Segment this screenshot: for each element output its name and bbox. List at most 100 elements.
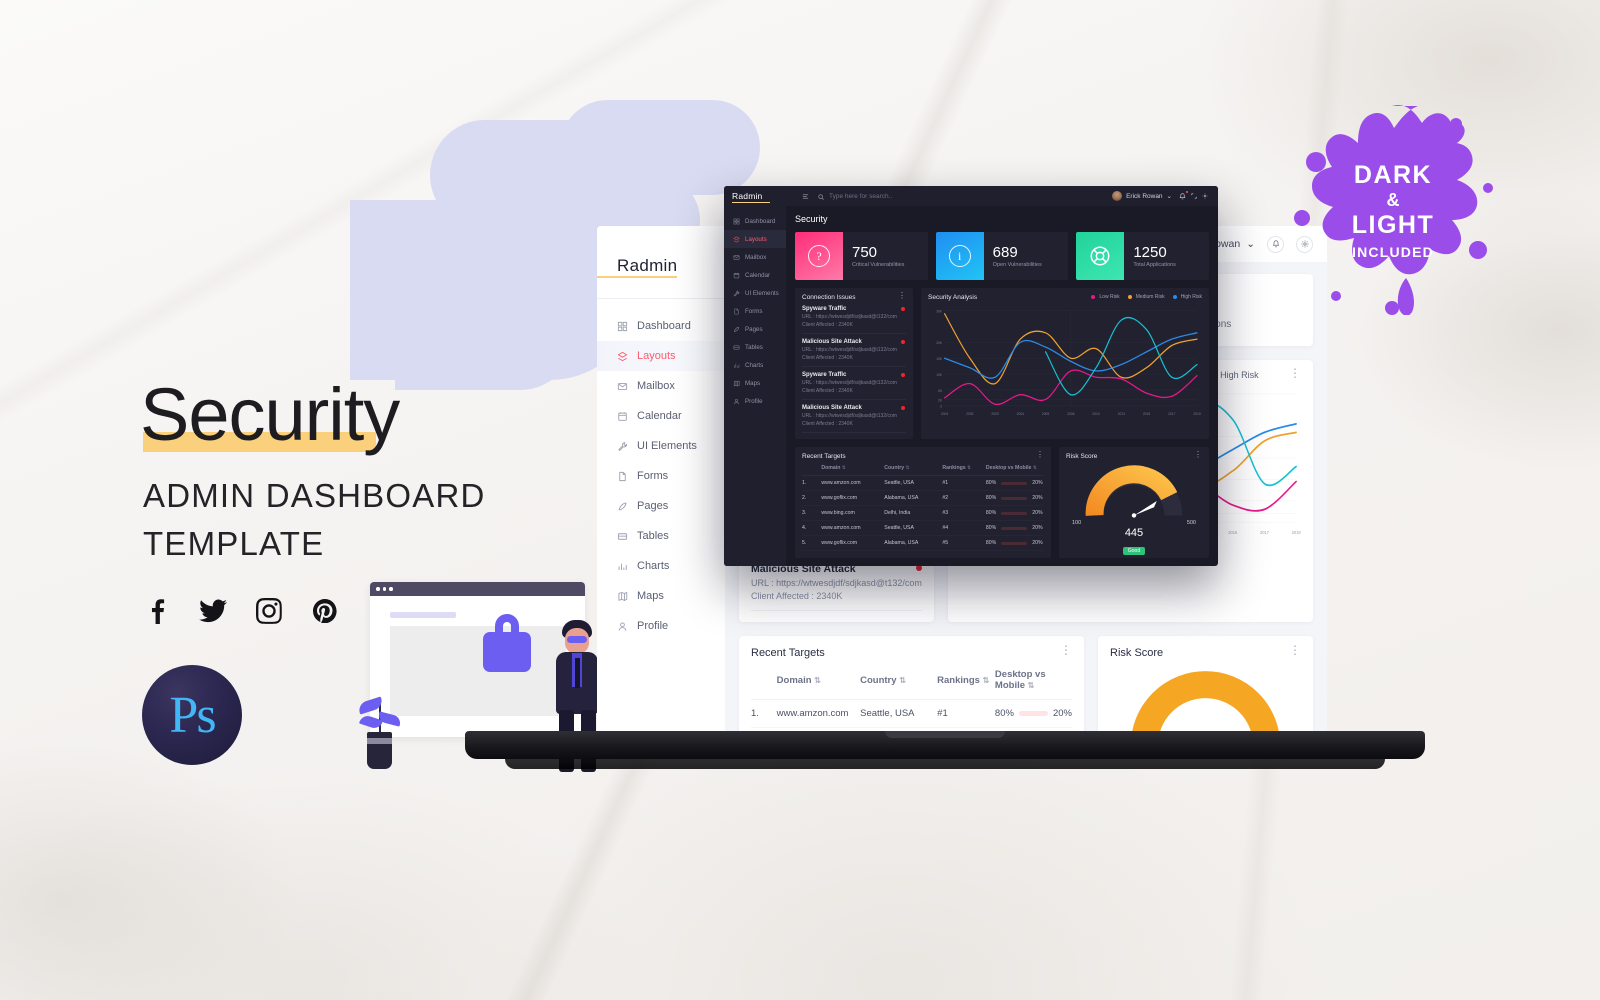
svg-text:5K: 5K bbox=[938, 389, 943, 393]
row-index: 4. bbox=[802, 520, 822, 536]
user-menu[interactable]: Erick Rowan ⌄ bbox=[1112, 191, 1172, 201]
gear-icon[interactable] bbox=[1199, 191, 1210, 202]
legend-item: High Risk bbox=[1172, 294, 1202, 300]
panel-header: Risk Score ⋮ bbox=[1066, 451, 1202, 460]
row-domain: www.amzon.com bbox=[821, 520, 885, 536]
sidebar-item-mailbox[interactable]: Mailbox bbox=[597, 371, 725, 401]
svg-text:20K: 20K bbox=[936, 341, 942, 345]
svg-text:2017: 2017 bbox=[1168, 412, 1175, 416]
sidebar-item-charts[interactable]: Charts bbox=[597, 551, 725, 581]
sidebar-item-tables[interactable]: Tables bbox=[724, 338, 786, 356]
table-column-header[interactable]: Domain ⇅ bbox=[776, 659, 861, 700]
brand-logo[interactable]: Radmin bbox=[597, 242, 678, 278]
window-dot bbox=[389, 587, 393, 591]
dark-dashboard-body: Dashboard Layouts Mailbox Calendar UI Elemen… bbox=[724, 206, 1218, 566]
row-domain: www.amzon.com bbox=[821, 475, 885, 491]
column-label: Desktop vs Mobile bbox=[994, 669, 1046, 691]
sort-icon[interactable]: ⇅ bbox=[983, 676, 990, 685]
chart-icon bbox=[617, 561, 628, 572]
ratio-bar bbox=[1001, 481, 1028, 485]
status-indicator bbox=[901, 406, 905, 410]
more-vertical-icon[interactable]: ⋮ bbox=[898, 292, 906, 300]
issue-url: URL : https://wtwesdjdf/sdjkasd@t132/com bbox=[802, 347, 897, 353]
expand-icon[interactable] bbox=[1188, 191, 1199, 202]
legend-color-dot bbox=[1172, 295, 1177, 299]
sidebar-item-mailbox[interactable]: Mailbox bbox=[724, 248, 786, 266]
svg-text:2001: 2001 bbox=[941, 412, 948, 416]
splash-line-3: LIGHT bbox=[1351, 211, 1435, 240]
sidebar-item-dashboard[interactable]: Dashboard bbox=[724, 212, 786, 230]
sidebar-item-calendar[interactable]: Calendar bbox=[597, 401, 725, 431]
sidebar-item-tables[interactable]: Tables bbox=[597, 521, 725, 551]
sidebar-item-forms[interactable]: Forms bbox=[597, 461, 725, 491]
legend-item: Low Risk bbox=[1091, 294, 1120, 300]
facebook-icon[interactable] bbox=[142, 596, 172, 626]
more-vertical-icon[interactable]: ⋮ bbox=[1060, 644, 1072, 656]
sort-icon[interactable]: ⇅ bbox=[842, 465, 846, 470]
instagram-icon[interactable] bbox=[254, 596, 284, 626]
hamburger-icon[interactable] bbox=[802, 187, 809, 205]
sidebar-item-dashboard[interactable]: Dashboard bbox=[597, 311, 725, 341]
sort-icon[interactable]: ⇅ bbox=[814, 676, 821, 685]
user-name: Erick Rowan bbox=[1126, 192, 1163, 200]
more-vertical-icon[interactable]: ⋮ bbox=[1289, 367, 1301, 379]
svg-text:2015: 2015 bbox=[1143, 412, 1150, 416]
sidebar-item-pages[interactable]: Pages bbox=[597, 491, 725, 521]
sidebar-item-profile[interactable]: Profile bbox=[597, 611, 725, 641]
sort-icon[interactable]: ⇅ bbox=[899, 676, 906, 685]
more-vertical-icon[interactable]: ⋮ bbox=[1194, 451, 1202, 459]
legend-label: Low Risk bbox=[1099, 294, 1120, 300]
splash-text: DARK & LIGHT INCLUDED bbox=[1288, 100, 1498, 315]
legend-label: High Risk bbox=[1220, 370, 1259, 380]
column-label: Desktop vs Mobile bbox=[985, 465, 1032, 471]
stat-value: 1250 bbox=[1133, 243, 1167, 261]
more-vertical-icon[interactable]: ⋮ bbox=[1289, 644, 1301, 656]
search-input[interactable]: Type here for search.. bbox=[829, 193, 892, 200]
brand-logo[interactable]: Radmin bbox=[732, 191, 794, 203]
sidebar-item-layouts[interactable]: Layouts bbox=[597, 341, 725, 371]
sidebar-item-label: Dashboard bbox=[745, 217, 776, 225]
column-label: Country bbox=[884, 465, 905, 471]
bell-icon[interactable] bbox=[1267, 235, 1284, 253]
sidebar-item-ui-elements[interactable]: UI Elements bbox=[724, 284, 786, 302]
sidebar-item-pages[interactable]: Pages bbox=[724, 320, 786, 338]
sidebar-item-maps[interactable]: Maps bbox=[724, 374, 786, 392]
sidebar-item-label: Mailbox bbox=[745, 253, 767, 261]
laptop-notch bbox=[885, 731, 1005, 738]
search-bar[interactable]: Type here for search.. bbox=[802, 187, 1112, 205]
svg-text:2003: 2003 bbox=[991, 412, 998, 416]
sort-icon[interactable]: ⇅ bbox=[906, 465, 910, 470]
table-column-header[interactable]: Rankings ⇅ bbox=[942, 460, 986, 476]
sort-icon[interactable]: ⇅ bbox=[967, 465, 971, 470]
more-vertical-icon[interactable]: ⋮ bbox=[1036, 451, 1044, 459]
plant-pot-stripe bbox=[367, 738, 392, 744]
column-label: Rankings bbox=[937, 674, 980, 686]
sidebar-item-ui-elements[interactable]: UI Elements bbox=[597, 431, 725, 461]
sidebar-item-layouts[interactable]: Layouts bbox=[724, 230, 786, 248]
table-column-header[interactable]: Desktop vs Mobile ⇅ bbox=[985, 460, 1044, 476]
issue-clients: Client Affected : 2340K bbox=[802, 421, 853, 427]
row-desktop-vs-mobile: 80% 20% bbox=[985, 505, 1044, 521]
issue-clients: Client Affected : 2340K bbox=[802, 355, 853, 361]
sidebar-item-forms[interactable]: Forms bbox=[724, 302, 786, 320]
mail-icon bbox=[733, 254, 740, 261]
pages-icon bbox=[733, 326, 740, 333]
bell-icon[interactable] bbox=[1177, 190, 1188, 202]
sidebar-item-maps[interactable]: Maps bbox=[597, 581, 725, 611]
table-column-header[interactable]: Desktop vs Mobile ⇅ bbox=[994, 659, 1072, 700]
stat-card: ? 750 Critical Vulnerabilities bbox=[795, 232, 928, 280]
table-column-header[interactable]: Country ⇅ bbox=[860, 659, 938, 700]
sidebar-item-calendar[interactable]: Calendar bbox=[724, 266, 786, 284]
sidebar-item-charts[interactable]: Charts bbox=[724, 356, 786, 374]
ratio-bar bbox=[1001, 496, 1028, 500]
legend-color-dot bbox=[1127, 295, 1132, 299]
pages-icon bbox=[617, 501, 628, 512]
sort-icon[interactable]: ⇅ bbox=[1033, 465, 1037, 470]
table-column-header[interactable]: Country ⇅ bbox=[884, 460, 943, 476]
table-column-header[interactable]: Rankings ⇅ bbox=[937, 659, 995, 700]
sidebar-item-profile[interactable]: Profile bbox=[724, 392, 786, 410]
twitter-icon[interactable] bbox=[198, 596, 228, 626]
sort-icon[interactable]: ⇅ bbox=[1028, 681, 1035, 690]
pinterest-icon[interactable] bbox=[310, 596, 340, 626]
table-column-header[interactable]: Domain ⇅ bbox=[821, 460, 885, 476]
